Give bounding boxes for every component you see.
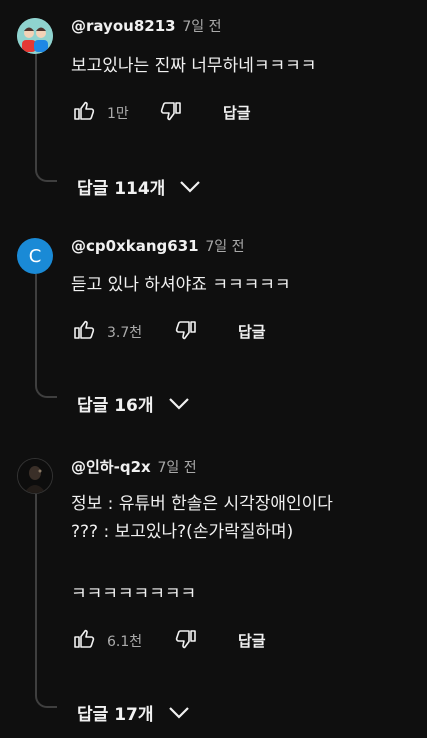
comment-line: 보고있나는 진짜 너무하네ㅋㅋㅋㅋ — [71, 56, 317, 76]
comment-header: @인하-q2x 7일 전 — [71, 456, 197, 477]
replies-count-label: 답글 114개 — [77, 179, 166, 199]
thumbs-down-icon — [175, 630, 196, 649]
author-handle[interactable]: @rayou8213 — [71, 17, 176, 35]
view-replies-button[interactable]: 답글 16개 — [77, 391, 190, 416]
chevron-down-icon — [168, 706, 189, 719]
comment-text: 듣고 있나 하셔야죠 ㅋㅋㅋㅋㅋ — [71, 271, 291, 299]
dislike-button[interactable] — [173, 626, 199, 652]
thread-line — [35, 494, 57, 708]
chevron-down-icon — [168, 397, 189, 410]
dislike-button[interactable] — [173, 317, 199, 343]
author-handle[interactable]: @cp0xkang631 — [71, 237, 199, 255]
reply-button[interactable]: 답글 — [223, 102, 251, 123]
comment-header: @rayou8213 7일 전 — [71, 16, 221, 36]
illustrated-avatar-icon — [17, 18, 53, 54]
like-count: 1만 — [107, 106, 129, 122]
thumbs-down-icon — [175, 321, 196, 340]
dislike-button[interactable] — [158, 98, 184, 124]
comment-time[interactable]: 7일 전 — [205, 239, 244, 255]
avatar-letter: C — [28, 245, 42, 267]
avatar[interactable]: C — [17, 238, 53, 274]
like-button[interactable] — [71, 626, 97, 652]
replies-count-label: 답글 16개 — [77, 396, 154, 416]
comment-line — [71, 546, 333, 574]
thumbs-up-icon — [74, 629, 95, 648]
photo-avatar-icon — [18, 459, 52, 493]
like-count: 3.7천 — [107, 325, 143, 341]
comment-line: ??? : 보고있나?(손가락질하며) — [71, 522, 294, 542]
thread-line — [35, 54, 57, 182]
view-replies-button[interactable]: 답글 17개 — [77, 700, 190, 725]
replies-count-label: 답글 17개 — [77, 705, 154, 725]
thumbs-down-icon — [160, 102, 181, 121]
thread-line — [35, 274, 57, 398]
comment-line: ㅋㅋㅋㅋㅋㅋㅋㅋ — [71, 584, 197, 604]
comment-line: 정보 : 유튜버 한솔은 시각장애인이다 — [71, 494, 333, 514]
comment-time[interactable]: 7일 전 — [157, 460, 196, 476]
comment-header: @cp0xkang631 7일 전 — [71, 236, 244, 256]
like-count: 6.1천 — [107, 634, 143, 650]
view-replies-button[interactable]: 답글 114개 — [77, 174, 201, 199]
comment-text: 정보 : 유튜버 한솔은 시각장애인이다 ??? : 보고있나?(손가락질하며)… — [71, 490, 333, 608]
like-button[interactable] — [71, 98, 97, 124]
comment-actions: 3.7천 답글 — [71, 317, 411, 347]
comment-actions: 1만 답글 — [71, 98, 411, 128]
comment-text: 보고있나는 진짜 너무하네ㅋㅋㅋㅋ — [71, 52, 316, 80]
chevron-down-icon — [180, 180, 201, 193]
avatar[interactable] — [17, 458, 53, 494]
reply-button[interactable]: 답글 — [238, 630, 266, 651]
thumbs-up-icon — [74, 320, 95, 339]
avatar[interactable] — [17, 18, 53, 54]
author-handle[interactable]: @인하-q2x — [71, 458, 151, 476]
comment-line: 듣고 있나 하셔야죠 ㅋㅋㅋㅋㅋ — [71, 275, 291, 295]
comment-actions: 6.1천 답글 — [71, 626, 411, 656]
comment-time[interactable]: 7일 전 — [182, 19, 221, 35]
like-button[interactable] — [71, 317, 97, 343]
reply-button[interactable]: 답글 — [238, 321, 266, 342]
thumbs-up-icon — [74, 101, 95, 120]
